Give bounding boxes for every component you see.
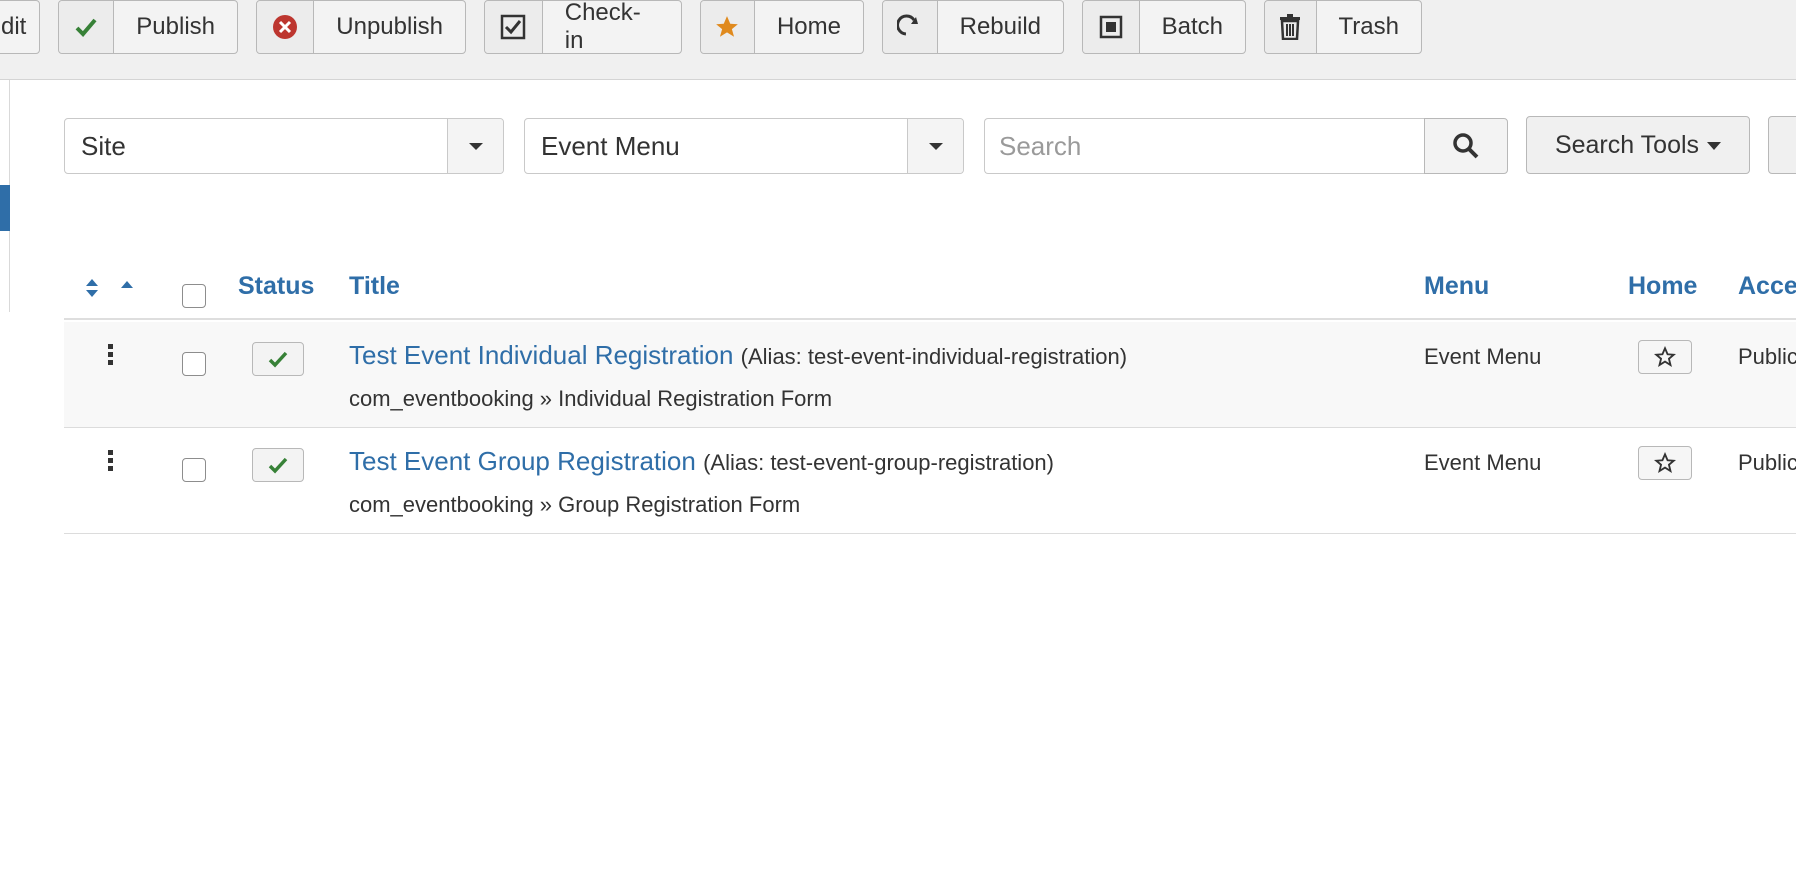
star-outline-icon [1654,452,1676,474]
client-select-value: Site [81,130,126,161]
published-status-button[interactable] [252,448,304,482]
chevron-down-icon[interactable] [447,119,503,173]
title-column-header[interactable]: Title [349,272,400,301]
table-row: Test Event Group Registration (Alias: te… [64,428,1796,534]
home-column-header[interactable]: Home [1628,272,1697,301]
row-title[interactable]: Test Event Group Registration (Alias: te… [349,446,1054,477]
clear-button[interactable] [1768,116,1796,174]
access-column-header[interactable]: Acce [1738,272,1796,301]
star-icon [701,1,755,53]
sidebar-active-item[interactable] [0,185,10,231]
drag-handle-icon[interactable] [108,450,114,474]
row-alias: (Alias: test-event-group-registration) [703,450,1054,475]
batch-label: Batch [1161,13,1223,40]
client-select[interactable]: Site [64,118,504,174]
menu-select-value: Event Menu [541,130,680,161]
search-tools-label: Search Tools [1554,130,1700,159]
publish-label: Publish [136,13,215,40]
chevron-down-icon[interactable] [907,119,963,173]
search-tools-button[interactable]: Search Tools [1526,116,1750,174]
row-checkbox[interactable] [182,352,206,376]
select-all-checkbox[interactable] [182,284,206,308]
edit-label: dit [1,13,27,40]
rebuild-label: Rebuild [959,13,1041,40]
refresh-icon [883,1,938,53]
unpublish-label: Unpublish [336,13,443,40]
check-icon [59,1,115,53]
unpublish-button[interactable]: Unpublish [256,0,466,54]
search-group [984,118,1508,174]
search-input[interactable] [984,118,1424,174]
trash-button[interactable]: Trash [1264,0,1422,54]
row-title-link[interactable]: Test Event Individual Registration [349,340,733,370]
menu-column-header[interactable]: Menu [1424,272,1489,301]
published-status-button[interactable] [252,342,304,376]
cancel-circle-icon [257,1,315,53]
set-home-button[interactable] [1638,446,1692,480]
row-alias: (Alias: test-event-individual-registrati… [740,344,1128,369]
search-button[interactable] [1424,118,1508,174]
set-home-button[interactable] [1638,340,1692,374]
check-icon [268,351,288,368]
row-item-type: com_eventbooking » Group Registration Fo… [349,492,801,517]
home-label: Home [776,13,841,40]
sort-ordering-icon[interactable] [84,276,144,300]
table-header: Status Title Menu Home Acce [64,262,1796,320]
search-icon [1453,133,1479,159]
batch-square-icon [1083,1,1140,53]
trash-icon [1265,1,1317,53]
toolbar: dit Publish Unpublish Check-in Home Rebu… [0,0,1796,80]
table-row: Test Event Individual Registration (Alia… [64,322,1796,428]
edit-button[interactable]: dit [0,0,40,54]
status-column-header[interactable]: Status [238,272,314,301]
checkin-button[interactable]: Check-in [484,0,682,54]
check-icon [268,457,288,474]
menu-select[interactable]: Event Menu [524,118,964,174]
star-outline-icon [1654,346,1676,368]
trash-label: Trash [1338,13,1399,40]
row-title-link[interactable]: Test Event Group Registration [349,446,696,476]
row-menu: Event Menu [1424,344,1542,369]
checkin-label: Check-in [564,0,641,54]
row-access: Public [1738,344,1796,369]
rebuild-button[interactable]: Rebuild [882,0,1064,54]
caret-down-icon [1707,142,1722,150]
row-access: Public [1738,450,1796,475]
home-button[interactable]: Home [700,0,864,54]
row-item-type: com_eventbooking » Individual Registrati… [349,386,833,411]
checkbox-checked-icon [485,1,543,53]
row-menu: Event Menu [1424,450,1542,475]
drag-handle-icon[interactable] [108,344,114,368]
batch-button[interactable]: Batch [1082,0,1246,54]
row-checkbox[interactable] [182,458,206,482]
row-title[interactable]: Test Event Individual Registration (Alia… [349,340,1127,371]
publish-button[interactable]: Publish [58,0,238,54]
